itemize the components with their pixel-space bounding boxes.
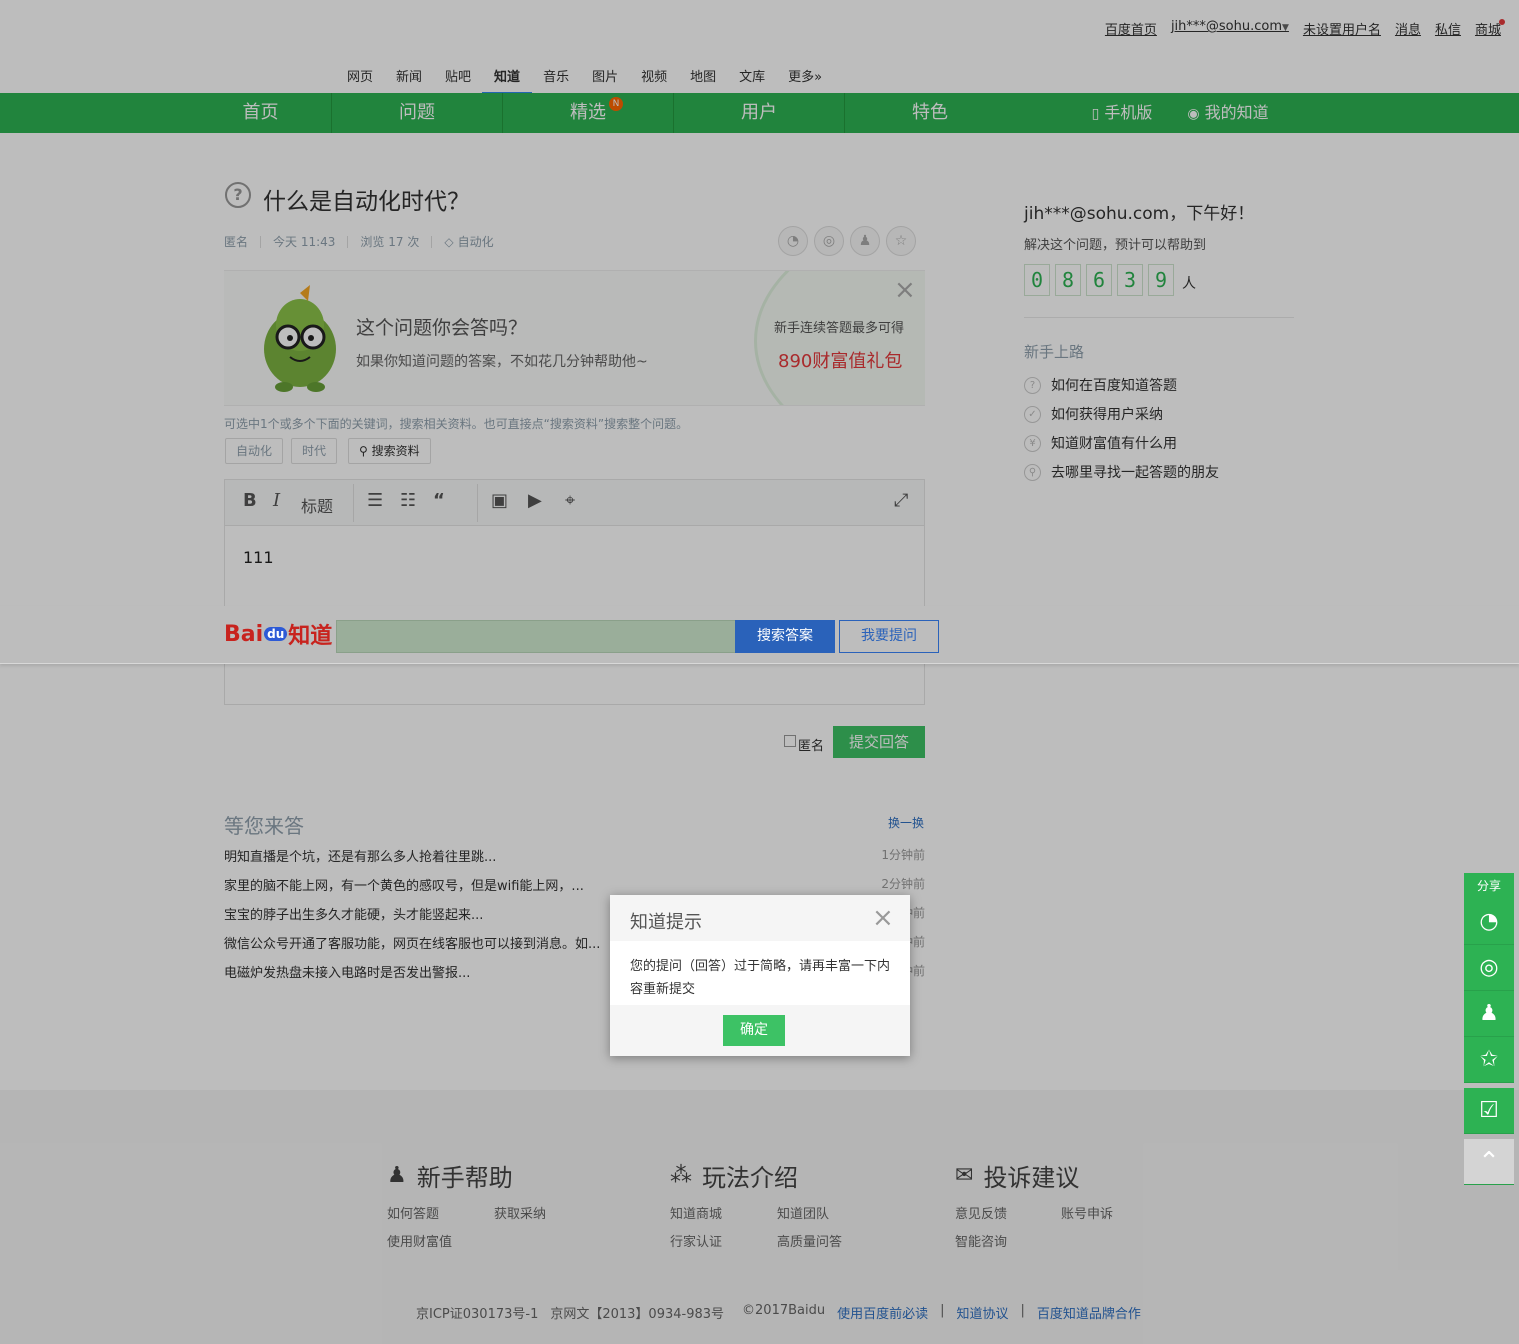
sticky-search-bar: Bai du 知道 搜索答案 我要提问	[0, 606, 1519, 664]
confirm-button[interactable]: 确定	[723, 1015, 785, 1046]
clipboard-check-icon[interactable]: ☑	[1464, 1088, 1514, 1134]
qq-icon[interactable]: ♟	[1464, 991, 1514, 1037]
back-to-top-icon[interactable]: ⌃	[1464, 1139, 1514, 1185]
weibo-icon[interactable]: ◎	[1464, 945, 1514, 991]
modal-overlay[interactable]	[0, 0, 1519, 1344]
ask-question-button[interactable]: 我要提问	[839, 620, 939, 653]
share-label: 分享	[1464, 873, 1514, 899]
favorite-star-icon[interactable]: ✩	[1464, 1037, 1514, 1083]
baidu-zhidao-logo[interactable]: Bai du 知道	[224, 618, 332, 650]
close-icon[interactable]: ×	[872, 903, 894, 933]
search-input[interactable]	[336, 620, 736, 653]
dialog-title: 知道提示	[630, 912, 702, 933]
wechat-icon[interactable]: ◔	[1464, 899, 1514, 945]
alert-dialog: 知道提示 × 您的提问（回答）过于简略，请再丰富一下内容重新提交 确定	[610, 895, 910, 1056]
side-share-panel: 分享 ◔ ◎ ♟ ✩ ☑ ⌃	[1464, 873, 1514, 1185]
search-answer-button[interactable]: 搜索答案	[735, 620, 835, 653]
dialog-message: 您的提问（回答）过于简略，请再丰富一下内容重新提交	[630, 959, 891, 997]
